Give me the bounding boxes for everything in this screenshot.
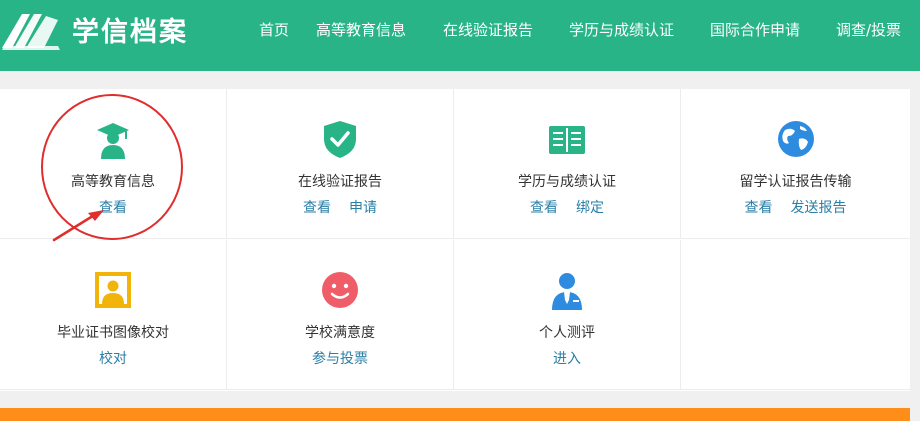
card-links: 参与投票 [227, 350, 453, 368]
portrait-icon [95, 272, 131, 308]
card-links: 校对 [0, 350, 226, 368]
service-grid: 高等教育信息 查看 在线验证报告 查看 申请 学历与成绩认证 查看 绑定 留学认… [0, 89, 910, 391]
card-degree-certification[interactable]: 学历与成绩认证 查看 绑定 [454, 89, 681, 239]
bind-link[interactable]: 绑定 [576, 200, 604, 216]
person-tie-icon [552, 273, 582, 310]
top-header: 学信档案 首页 高等教育信息 在线验证报告 学历与成绩认证 国际合作申请 调查/… [0, 0, 920, 71]
nav-survey-vote[interactable]: 调查/投票 [836, 19, 901, 41]
card-higher-education-info[interactable]: 高等教育信息 查看 [0, 89, 227, 239]
card-title: 毕业证书图像校对 [57, 325, 169, 341]
orange-footer-bar [0, 408, 910, 421]
send-report-link[interactable]: 发送报告 [791, 200, 847, 216]
card-title: 学校满意度 [305, 325, 375, 341]
card-title: 在线验证报告 [298, 174, 382, 190]
nav-online-verification[interactable]: 在线验证报告 [443, 19, 533, 41]
smiley-icon [322, 272, 358, 308]
card-links: 查看 申请 [227, 199, 453, 217]
card-title: 个人测评 [539, 325, 595, 341]
view-link[interactable]: 查看 [530, 200, 558, 216]
graduate-icon [97, 123, 129, 159]
view-link[interactable]: 查看 [99, 200, 127, 216]
card-links: 查看 绑定 [454, 199, 680, 217]
shield-check-icon [324, 121, 356, 158]
card-title: 学历与成绩认证 [518, 174, 616, 190]
view-link[interactable]: 查看 [745, 200, 773, 216]
card-links: 查看 [0, 199, 226, 217]
card-title: 高等教育信息 [71, 174, 155, 190]
view-link[interactable]: 查看 [303, 200, 331, 216]
card-school-satisfaction[interactable]: 学校满意度 参与投票 [227, 240, 454, 390]
card-personal-assessment[interactable]: 个人测评 进入 [454, 240, 681, 390]
open-book-icon [549, 126, 585, 154]
card-title: 留学认证报告传输 [739, 174, 852, 190]
enter-link[interactable]: 进入 [553, 351, 581, 367]
main-nav: 首页 高等教育信息 在线验证报告 学历与成绩认证 国际合作申请 调查/投票 [0, 19, 920, 41]
card-links: 查看 发送报告 [681, 199, 910, 217]
apply-link[interactable]: 申请 [349, 200, 377, 216]
nav-degree-certification[interactable]: 学历与成绩认证 [569, 19, 674, 41]
nav-international-application[interactable]: 国际合作申请 [710, 19, 800, 41]
card-links: 进入 [454, 350, 680, 368]
card-study-abroad-report[interactable]: 留学认证报告传输 查看 发送报告 [681, 89, 910, 239]
check-link[interactable]: 校对 [99, 351, 127, 367]
vote-link[interactable]: 参与投票 [312, 351, 368, 367]
globe-icon [777, 121, 814, 157]
card-online-verification[interactable]: 在线验证报告 查看 申请 [227, 89, 454, 239]
nav-higher-education-info[interactable]: 高等教育信息 [316, 19, 406, 41]
card-empty [681, 240, 910, 390]
card-diploma-image-check[interactable]: 毕业证书图像校对 校对 [0, 240, 227, 390]
nav-home[interactable]: 首页 [259, 19, 289, 41]
